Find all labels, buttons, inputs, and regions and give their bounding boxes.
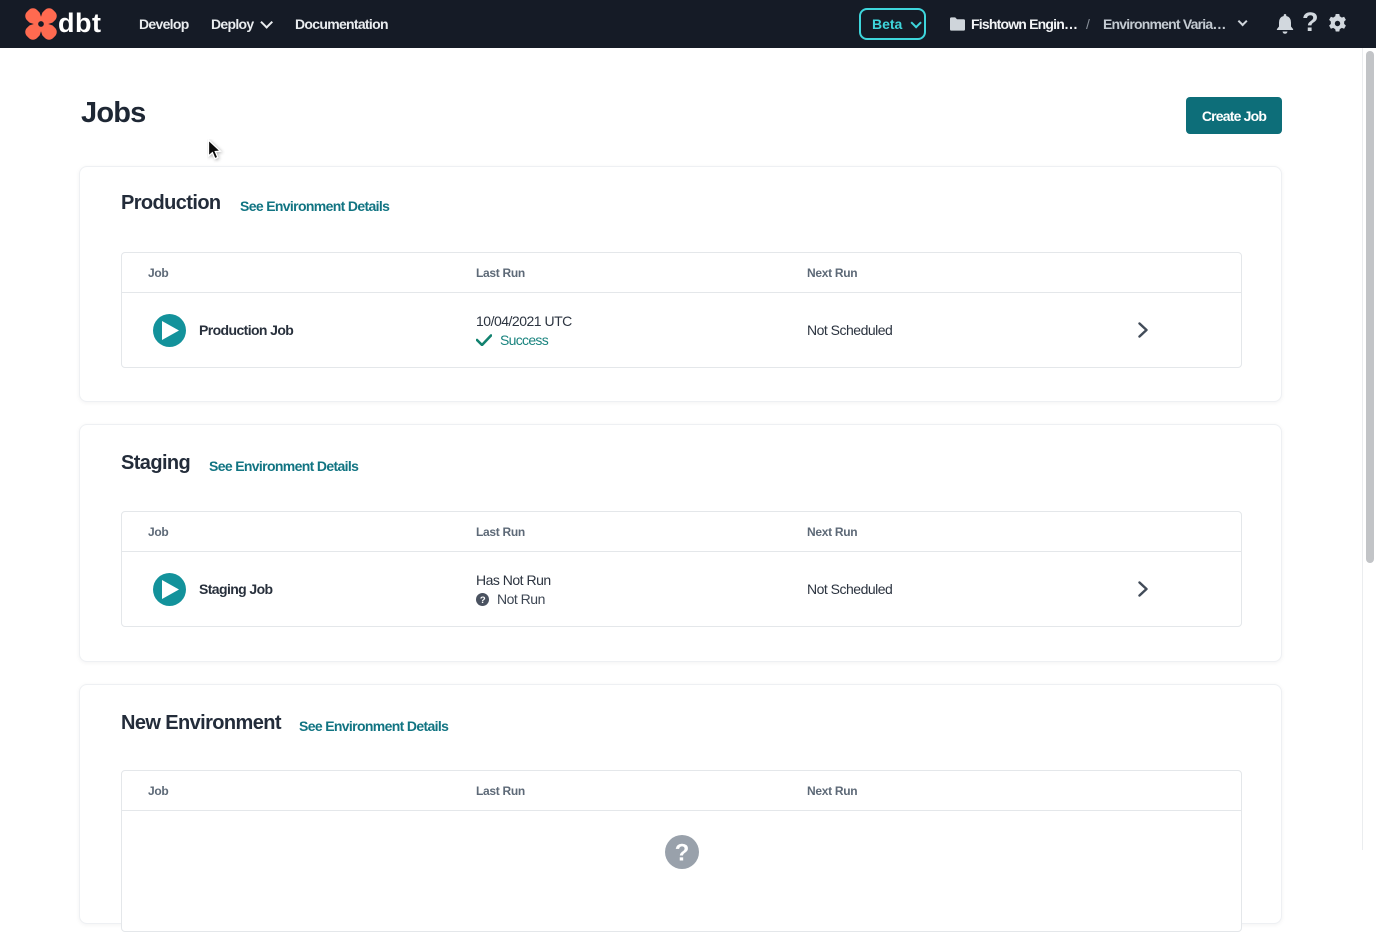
svg-text:?: ?	[675, 840, 690, 867]
svg-text:?: ?	[480, 594, 486, 605]
